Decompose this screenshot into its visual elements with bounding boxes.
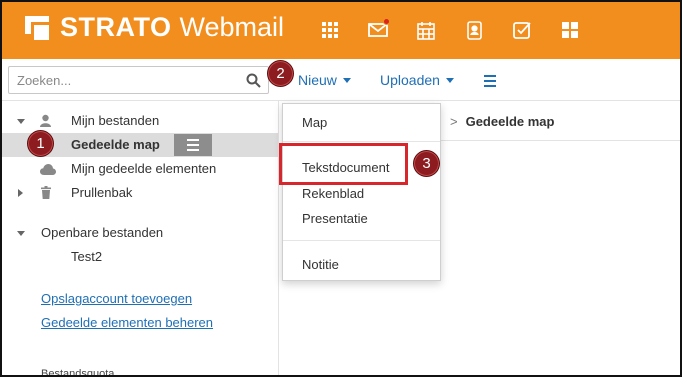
search-input[interactable] — [9, 67, 229, 93]
tasks-icon[interactable] — [498, 16, 546, 44]
more-menu-icon[interactable] — [484, 75, 496, 90]
user-icon — [40, 114, 51, 131]
step-marker-2: 2 — [267, 60, 294, 87]
strato-logo[interactable]: STRATO Webmail — [22, 12, 284, 43]
upload-button[interactable]: Uploaden — [380, 72, 454, 88]
menu-item-folder[interactable]: Map — [302, 115, 327, 130]
product-name: Webmail — [179, 12, 285, 42]
new-button-label: Nieuw — [298, 72, 337, 88]
manage-shared-items-link[interactable]: Gedeelde elementen beheren — [41, 315, 213, 330]
brand-name: STRATO — [60, 12, 172, 42]
expand-arrow-icon[interactable] — [17, 119, 25, 124]
tree-item-label: Test2 — [71, 249, 103, 264]
app-window: STRATO Webmail Zoeken... Nieuw Uploaden … — [0, 0, 682, 377]
expand-arrow-icon[interactable] — [17, 231, 25, 236]
new-menu-dropdown: Map Tekstdocument Rekenblad Presentatie … — [282, 103, 441, 281]
menu-divider — [283, 240, 440, 241]
new-button[interactable]: Nieuw — [298, 72, 351, 88]
breadcrumb: > Gedeelde map — [450, 114, 554, 129]
menu-item-note[interactable]: Notitie — [302, 257, 339, 272]
expand-arrow-icon[interactable] — [18, 189, 23, 197]
breadcrumb-separator: > — [450, 114, 458, 129]
breadcrumb-current: Gedeelde map — [465, 114, 555, 129]
tree-item-label: Prullenbak — [71, 185, 133, 200]
cloud-icon — [40, 163, 56, 178]
app-switcher — [306, 16, 594, 44]
mail-icon[interactable] — [354, 16, 402, 44]
dashboard-icon[interactable] — [546, 16, 594, 44]
content-divider — [440, 140, 680, 141]
tree-item-label: Gedeelde map — [71, 137, 160, 152]
strato-logo-icon — [22, 13, 52, 43]
tree-item-test2[interactable]: Test2 — [2, 245, 278, 269]
tree-item-my-shared-items[interactable]: Mijn gedeelde elementen — [2, 157, 278, 181]
tree-item-label: Mijn bestanden — [71, 113, 160, 128]
file-quota-label: Bestandsquota — [41, 368, 115, 377]
chevron-down-icon — [342, 77, 351, 83]
menu-item-presentation[interactable]: Presentatie — [302, 211, 368, 226]
sidebar-divider — [278, 100, 279, 375]
contacts-icon[interactable] — [450, 16, 498, 44]
tree-item-trash[interactable]: Prullenbak — [2, 181, 278, 205]
upload-button-label: Uploaden — [380, 72, 440, 88]
chevron-down-icon — [445, 77, 454, 83]
menu-divider — [283, 141, 440, 142]
step-marker-3: 3 — [413, 150, 440, 177]
unread-badge — [383, 18, 390, 25]
add-storage-account-link[interactable]: Opslagaccount toevoegen — [41, 291, 192, 306]
calendar-icon[interactable] — [402, 16, 450, 44]
trash-icon — [41, 186, 51, 202]
search-box — [8, 66, 269, 94]
menu-item-spreadsheet[interactable]: Rekenblad — [302, 186, 364, 201]
toolbar-divider — [2, 100, 680, 101]
top-header: STRATO Webmail — [2, 2, 680, 59]
tree-item-label: Openbare bestanden — [41, 225, 164, 240]
search-icon[interactable] — [246, 73, 261, 91]
highlight-box — [279, 143, 408, 185]
tree-item-label: Mijn gedeelde elementen — [71, 161, 217, 176]
tree-item-public-files[interactable]: Openbare bestanden — [2, 221, 278, 245]
grid-icon[interactable] — [306, 16, 354, 44]
folder-actions-button[interactable] — [174, 134, 212, 156]
step-marker-1: 1 — [27, 130, 54, 157]
